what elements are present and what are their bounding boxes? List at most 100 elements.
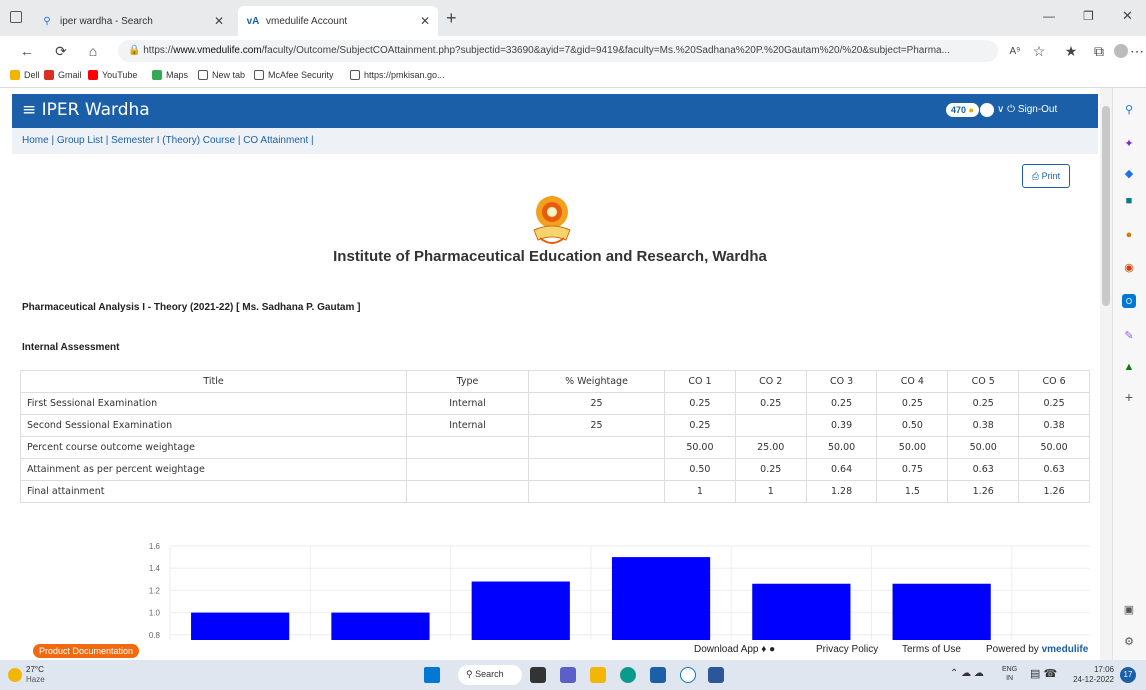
start-icon[interactable] xyxy=(424,667,440,683)
table-row: First Sessional Examination Internal 25 … xyxy=(20,392,1090,415)
window-menu-icon[interactable] xyxy=(10,11,22,23)
y-tick-label: 1.0 xyxy=(149,609,161,618)
download-app-link[interactable]: Download App ♦ ● xyxy=(694,644,775,655)
table-cell: Attainment as per percent weightage xyxy=(20,458,407,481)
table-cell xyxy=(528,458,665,481)
search-icon: ⚲ xyxy=(466,669,476,679)
institute-logo xyxy=(533,196,571,244)
outlook-icon[interactable]: O xyxy=(1122,294,1136,308)
table-cell xyxy=(528,436,665,459)
new-tab-button[interactable]: + xyxy=(446,8,457,29)
table-cell: 0.25 xyxy=(1018,392,1090,415)
table-cell: 1.28 xyxy=(805,480,878,503)
y-tick-label: 1.4 xyxy=(149,564,161,573)
institute-name: Institute of Pharmaceutical Education an… xyxy=(333,248,767,265)
app-title[interactable]: ≡ IPER Wardha xyxy=(22,100,150,120)
table-cell: 0.25 xyxy=(805,392,878,415)
edge-icon[interactable] xyxy=(620,667,636,683)
terms-link[interactable]: Terms of Use xyxy=(902,644,961,655)
bookmark-pmkisan[interactable]: https://pmkisan.go... xyxy=(350,70,445,80)
breadcrumb[interactable]: Home | Group List | Semester I (Theory) … xyxy=(12,128,1098,154)
bookmark-new-tab[interactable]: New tab xyxy=(198,70,245,80)
col-weightage: % Weightage xyxy=(528,370,665,393)
table-row: Second Sessional Examination Internal 25… xyxy=(20,414,1090,437)
restore-icon[interactable]: ❐ xyxy=(1083,9,1094,23)
menu-icon[interactable]: ≡ xyxy=(22,100,42,120)
search-icon[interactable]: ⚲ xyxy=(1122,102,1136,116)
back-icon[interactable]: ← xyxy=(18,42,36,60)
read-aloud-icon[interactable]: A⁹ xyxy=(1006,42,1024,60)
tray-icons[interactable]: ⌃ ☁ ☁ xyxy=(950,668,984,679)
tab-vmedulife[interactable]: vA vmedulife Account ✕ xyxy=(238,6,438,36)
network-icon[interactable]: ▤ ☎ xyxy=(1030,667,1057,680)
clock[interactable]: 17:06 24-12-2022 xyxy=(1072,665,1114,685)
favorite-icon[interactable]: ☆ xyxy=(1030,42,1048,60)
favorites-list-icon[interactable]: ★ xyxy=(1062,42,1080,60)
split-screen-icon[interactable]: ▣ xyxy=(1122,602,1136,616)
bookmark-gmail[interactable]: Gmail xyxy=(44,70,82,80)
user-icon[interactable] xyxy=(980,103,994,117)
tree-icon[interactable]: ▲ xyxy=(1122,360,1136,374)
table-cell: 1 xyxy=(734,480,807,503)
table-cell: 1 xyxy=(664,480,736,503)
close-icon[interactable]: ✕ xyxy=(214,14,224,28)
weather-icon[interactable] xyxy=(8,668,22,682)
dell-icon[interactable] xyxy=(680,667,696,683)
table-cell: 0.25 xyxy=(734,392,807,415)
home-icon[interactable]: ⌂ xyxy=(84,42,102,60)
notification-badge[interactable]: 17 xyxy=(1120,667,1136,683)
scrollbar-thumb[interactable] xyxy=(1102,106,1110,306)
office-icon[interactable]: ◉ xyxy=(1122,260,1136,274)
maps-icon xyxy=(152,70,162,80)
bookmark-mcafee[interactable]: McAfee Security xyxy=(254,70,334,80)
bookmark-maps[interactable]: Maps xyxy=(152,70,188,80)
tab-search[interactable]: ⚲ iper wardha - Search ✕ xyxy=(32,6,232,36)
taskbar-search[interactable]: ⚲ Search xyxy=(458,665,522,685)
col-co2: CO 2 xyxy=(734,370,807,393)
window-close-icon[interactable]: ✕ xyxy=(1122,8,1133,24)
tag-icon[interactable]: ◆ xyxy=(1122,166,1136,180)
person-icon[interactable]: ● xyxy=(1122,228,1136,242)
table-cell: 0.25 xyxy=(947,392,1020,415)
briefcase-icon[interactable]: ■ xyxy=(1122,194,1136,208)
signout-button[interactable]: ∨ ⏻ Sign-Out xyxy=(997,104,1057,115)
add-icon[interactable]: + xyxy=(1122,389,1136,405)
apple-icon[interactable]: ● xyxy=(769,644,775,655)
vmedulife-icon: vA xyxy=(246,15,260,27)
bookmark-youtube[interactable]: YouTube xyxy=(88,70,137,80)
refresh-icon[interactable]: ⟳ xyxy=(52,42,70,60)
chat-icon[interactable] xyxy=(560,667,576,683)
co-attainment-table: Title Type % Weightage CO 1 CO 2 CO 3 CO… xyxy=(20,370,1090,503)
address-bar[interactable]: 🔒 https://www.vmedulife.com/faculty/Outc… xyxy=(118,40,998,62)
table-cell: 0.38 xyxy=(1018,414,1090,437)
trophy-icon: ● xyxy=(968,105,974,115)
powered-by: Powered by vmedulife xyxy=(986,644,1089,655)
weather-temp[interactable]: 27°C xyxy=(26,665,44,674)
designer-icon[interactable]: ✎ xyxy=(1122,328,1136,342)
product-documentation-button[interactable]: Product Documentation xyxy=(33,644,140,658)
collections-icon[interactable]: ⧉ xyxy=(1090,42,1108,60)
table-cell: 1.26 xyxy=(1018,480,1090,503)
settings-icon[interactable]: ⚙ xyxy=(1122,634,1136,648)
bookmark-dell[interactable]: Dell xyxy=(10,70,40,80)
brand-link[interactable]: vmedulife xyxy=(1042,644,1089,655)
file-explorer-icon[interactable] xyxy=(590,667,606,683)
table-row: Attainment as per percent weightage 0.50… xyxy=(20,458,1090,481)
sparkle-icon[interactable]: ✦ xyxy=(1122,136,1136,150)
close-icon[interactable]: ✕ xyxy=(420,14,430,28)
word-icon[interactable] xyxy=(708,667,724,683)
more-icon[interactable]: ⋯ xyxy=(1128,42,1146,60)
privacy-link[interactable]: Privacy Policy xyxy=(816,644,878,655)
minimize-icon[interactable]: — xyxy=(1043,9,1055,23)
store-icon[interactable] xyxy=(650,667,666,683)
y-tick-label: 1.6 xyxy=(149,542,161,551)
lang-indicator[interactable]: ENG IN xyxy=(1002,665,1017,683)
taskview-icon[interactable] xyxy=(530,667,546,683)
android-icon[interactable]: ♦ xyxy=(761,644,766,655)
col-co5: CO 5 xyxy=(947,370,1020,393)
page-scrollbar[interactable] xyxy=(1100,88,1112,660)
print-button[interactable]: ⎙ Print xyxy=(1022,164,1070,188)
page-content: ≡ IPER Wardha 470 ● ∨ ⏻ Sign-Out Home | … xyxy=(0,88,1100,660)
tab-label: vmedulife Account xyxy=(266,15,348,27)
coins-badge[interactable]: 470 ● xyxy=(946,103,979,117)
